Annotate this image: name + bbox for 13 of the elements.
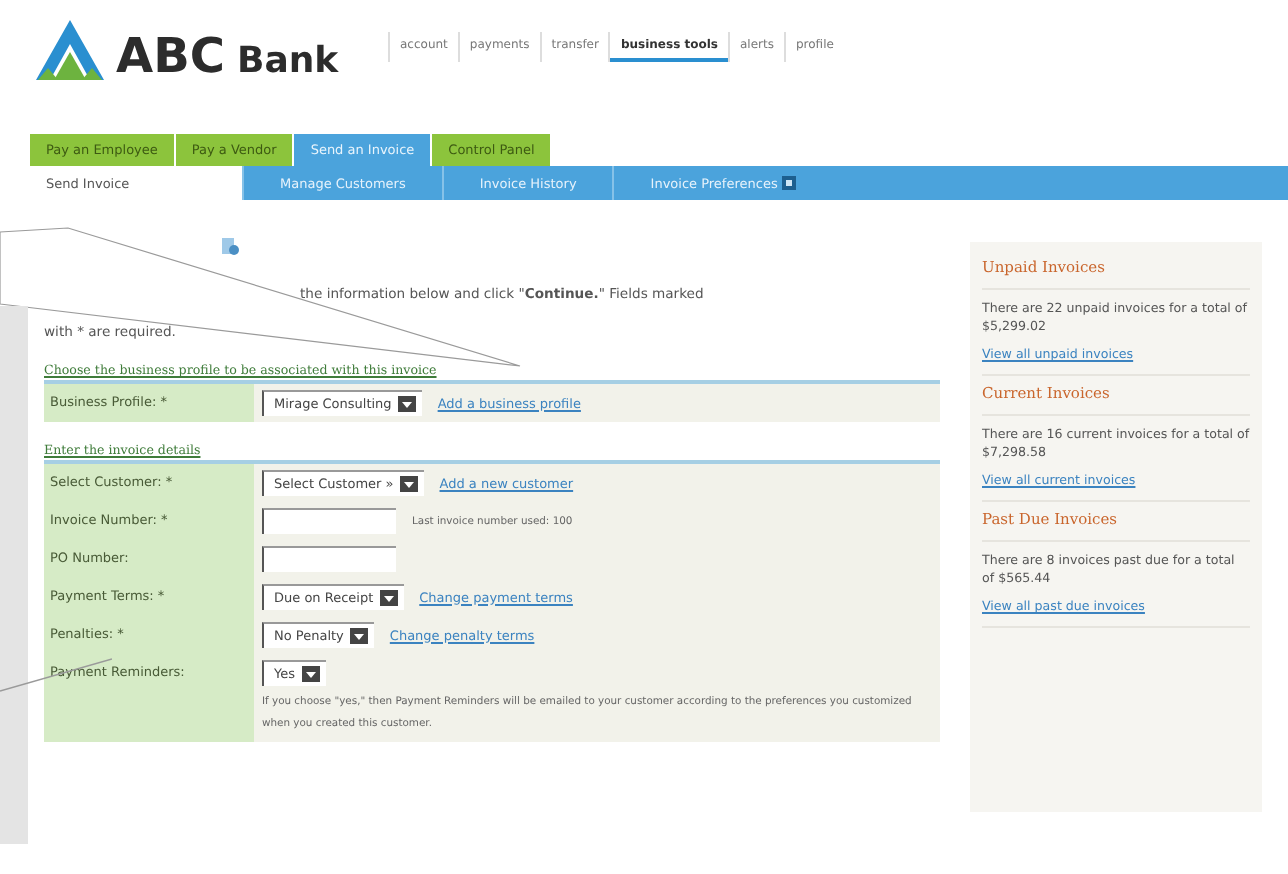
leader-line [0,658,112,692]
input-field[interactable] [262,546,396,572]
logo-icon [36,20,104,80]
square-icon [781,176,796,190]
dropdown-arrow-icon [399,476,418,492]
dropdown-arrow-icon [379,590,398,606]
logo-text: Bank [236,44,339,80]
dropdown-arrow-icon [301,666,319,682]
logo-text: ABC [116,32,225,80]
input-field[interactable] [262,508,396,534]
document-icon [220,236,240,256]
dropdown-arrow-icon [397,396,416,412]
dropdown-arrow-icon [349,628,368,644]
